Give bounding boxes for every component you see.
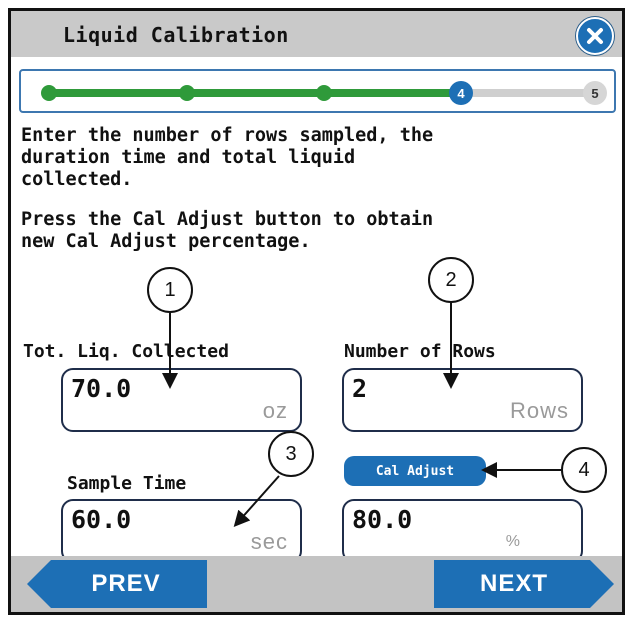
callout-1: 1 — [147, 267, 193, 313]
callout-3-arrow — [233, 475, 280, 527]
callout-arrows — [162, 301, 561, 527]
navigation-bar: PREV NEXT — [11, 556, 622, 612]
next-button[interactable]: NEXT — [434, 560, 594, 608]
callout-4: 4 — [561, 447, 607, 493]
prev-button[interactable]: PREV — [51, 560, 201, 608]
callout-3: 3 — [268, 431, 314, 477]
callout-2: 2 — [428, 257, 474, 303]
calibration-window: Liquid Calibration 4 5 Enter the number … — [8, 8, 625, 615]
